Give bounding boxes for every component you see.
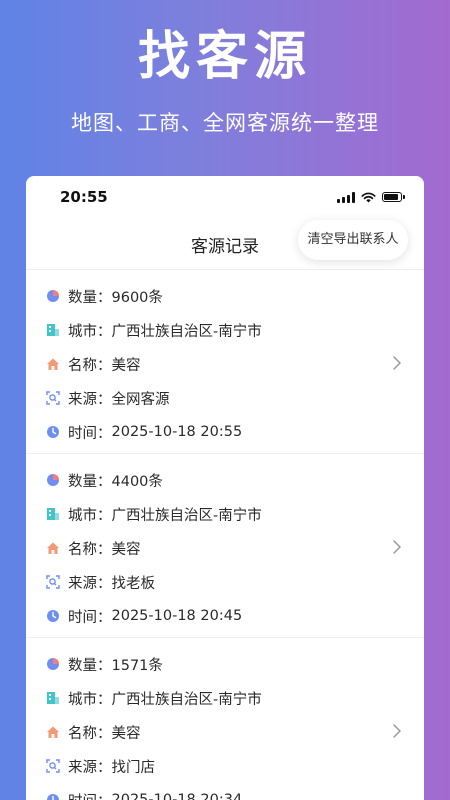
- pie-chart-icon: [47, 474, 59, 486]
- count-row: 数量： 9600条: [46, 279, 163, 313]
- clock-icon: [47, 610, 59, 622]
- source-row: 来源： 找门店: [46, 749, 155, 783]
- battery-icon: [382, 192, 405, 202]
- source-row: 来源： 找老板: [46, 565, 155, 599]
- clear-export-contacts-button[interactable]: 清空导出联系人: [298, 220, 408, 260]
- city-row: 城市： 广西壮族自治区-南宁市: [46, 681, 262, 715]
- time-label: 时间：: [68, 609, 112, 626]
- building-icon: [47, 508, 59, 520]
- nav-bar: 客源记录 清空导出联系人: [26, 220, 424, 270]
- name-row: 名称： 美容: [46, 715, 141, 749]
- city-label: 城市：: [68, 323, 112, 340]
- record-list: 数量： 9600条 城市： 广西壮族自治区-南宁市 名称： 美容 来源： 全网客…: [26, 270, 424, 800]
- home-icon: [47, 726, 59, 738]
- source-value: 全网客源: [111, 391, 170, 408]
- name-value: 美容: [111, 357, 141, 374]
- name-row: 名称： 美容: [46, 347, 141, 381]
- hero-subtitle: 地图、工商、全网客源统一整理: [71, 111, 379, 135]
- name-row: 名称： 美容: [46, 531, 141, 565]
- count-value: 9600条: [111, 289, 163, 306]
- time-row: 时间： 2025-10-18 20:45: [46, 599, 242, 633]
- name-label: 名称：: [68, 357, 112, 374]
- hero-title: 找客源: [137, 27, 312, 87]
- chevron-right-icon[interactable]: [392, 539, 402, 555]
- city-value: 广西壮族自治区-南宁市: [111, 691, 262, 708]
- source-value: 找老板: [111, 575, 156, 592]
- record-card[interactable]: 数量： 4400条 城市： 广西壮族自治区-南宁市 名称： 美容 来源： 找老板…: [26, 454, 424, 638]
- record-card[interactable]: 数量： 1571条 城市： 广西壮族自治区-南宁市 名称： 美容 来源： 找门店…: [26, 638, 424, 800]
- time-label: 时间：: [68, 790, 112, 800]
- source-value: 找门店: [111, 759, 156, 776]
- home-icon: [47, 542, 59, 554]
- count-row: 数量： 1571条: [46, 647, 163, 681]
- count-value: 1571条: [111, 657, 163, 674]
- source-label: 来源：: [68, 759, 112, 776]
- city-row: 城市： 广西壮族自治区-南宁市: [46, 313, 262, 347]
- count-label: 数量：: [68, 289, 112, 306]
- scan-icon: [46, 759, 60, 773]
- source-row: 来源： 全网客源: [46, 381, 170, 415]
- status-bar: 20:55: [26, 176, 424, 220]
- city-row: 城市： 广西壮族自治区-南宁市: [46, 497, 262, 531]
- clock-icon: [47, 794, 59, 800]
- count-label: 数量：: [68, 473, 112, 490]
- pie-chart-icon: [47, 658, 59, 670]
- building-icon: [47, 324, 59, 336]
- city-label: 城市：: [68, 507, 112, 524]
- name-value: 美容: [111, 541, 141, 558]
- name-value: 美容: [111, 725, 141, 742]
- time-label: 时间：: [68, 425, 112, 442]
- status-time: 20:55: [60, 188, 108, 206]
- scan-icon: [46, 391, 60, 405]
- count-row: 数量： 4400条: [46, 463, 163, 497]
- hero-banner: 找客源 地图、工商、全网客源统一整理: [0, 0, 450, 175]
- source-label: 来源：: [68, 391, 112, 408]
- time-value: 2025-10-18 20:55: [111, 424, 243, 440]
- time-row: 时间： 2025-10-18 20:55: [46, 415, 242, 449]
- building-icon: [47, 692, 59, 704]
- city-value: 广西壮族自治区-南宁市: [111, 507, 262, 524]
- record-card[interactable]: 数量： 9600条 城市： 广西壮族自治区-南宁市 名称： 美容 来源： 全网客…: [26, 270, 424, 454]
- signal-icon: [337, 191, 355, 203]
- time-value: 2025-10-18 20:45: [111, 608, 243, 624]
- status-icons: [337, 190, 405, 204]
- phone-screen: 20:55 客源记录 清空导出联系人 数量： 9600条 城市： 广西壮族自治区…: [26, 176, 424, 800]
- time-row: 时间：2025-10-18 20:34: [46, 783, 242, 800]
- clock-icon: [47, 426, 59, 438]
- scan-icon: [46, 575, 60, 589]
- city-value: 广西壮族自治区-南宁市: [111, 323, 262, 340]
- name-label: 名称：: [68, 541, 112, 558]
- name-label: 名称：: [68, 725, 112, 742]
- chevron-right-icon[interactable]: [392, 355, 402, 371]
- source-label: 来源：: [68, 575, 112, 592]
- city-label: 城市：: [68, 691, 112, 708]
- time-value: 2025-10-18 20:34: [111, 792, 243, 800]
- wifi-icon: [361, 192, 376, 203]
- chevron-right-icon[interactable]: [392, 723, 402, 739]
- count-label: 数量：: [68, 657, 112, 674]
- pie-chart-icon: [47, 290, 59, 302]
- count-value: 4400条: [111, 473, 163, 490]
- home-icon: [47, 358, 59, 370]
